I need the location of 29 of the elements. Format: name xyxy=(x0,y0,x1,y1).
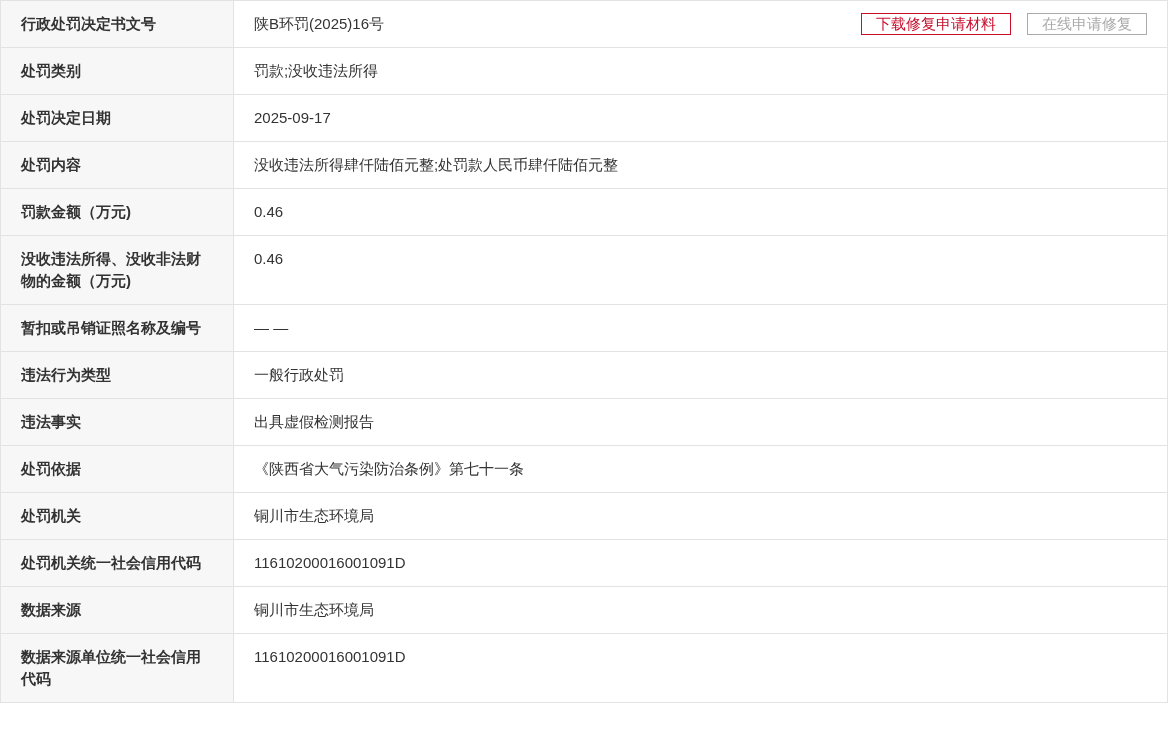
field-label: 罚款金额（万元) xyxy=(0,188,234,236)
field-label: 处罚决定日期 xyxy=(0,94,234,142)
field-value: 罚款;没收违法所得 xyxy=(254,61,379,81)
field-label: 处罚机关 xyxy=(0,492,234,540)
field-value: 铜川市生态环境局 xyxy=(254,600,374,620)
field-label: 暂扣或吊销证照名称及编号 xyxy=(0,304,234,352)
field-value: 11610200016001091D xyxy=(254,553,406,573)
field-label: 处罚内容 xyxy=(0,141,234,189)
action-button[interactable]: 下载修复申请材料 xyxy=(861,13,1011,35)
field-value: 11610200016001091D xyxy=(254,647,406,667)
field-label: 数据来源单位统一社会信用代码 xyxy=(0,633,234,703)
field-value: 铜川市生态环境局 xyxy=(254,506,374,526)
field-label: 处罚类别 xyxy=(0,47,234,95)
field-label: 违法事实 xyxy=(0,398,234,446)
field-value: 2025-09-17 xyxy=(254,108,331,128)
field-value: 0.46 xyxy=(254,202,284,222)
field-value: 出具虚假检测报告 xyxy=(254,412,374,432)
field-label: 违法行为类型 xyxy=(0,351,234,399)
field-label: 行政处罚决定书文号 xyxy=(0,0,234,48)
field-label: 数据来源 xyxy=(0,586,234,634)
field-value: — — xyxy=(254,318,289,338)
field-value: 《陕西省大气污染防治条例》第七十一条 xyxy=(254,459,524,479)
field-value: 陕B环罚(2025)16号 xyxy=(254,14,385,34)
field-value: 一般行政处罚 xyxy=(254,365,344,385)
field-label: 没收违法所得、没收非法财物的金额（万元) xyxy=(0,235,234,305)
field-label: 处罚依据 xyxy=(0,445,234,493)
field-value: 0.46 xyxy=(254,249,284,269)
field-label: 处罚机关统一社会信用代码 xyxy=(0,539,234,587)
field-value: 没收违法所得肆仟陆佰元整;处罚款人民币肆仟陆佰元整 xyxy=(254,155,619,175)
